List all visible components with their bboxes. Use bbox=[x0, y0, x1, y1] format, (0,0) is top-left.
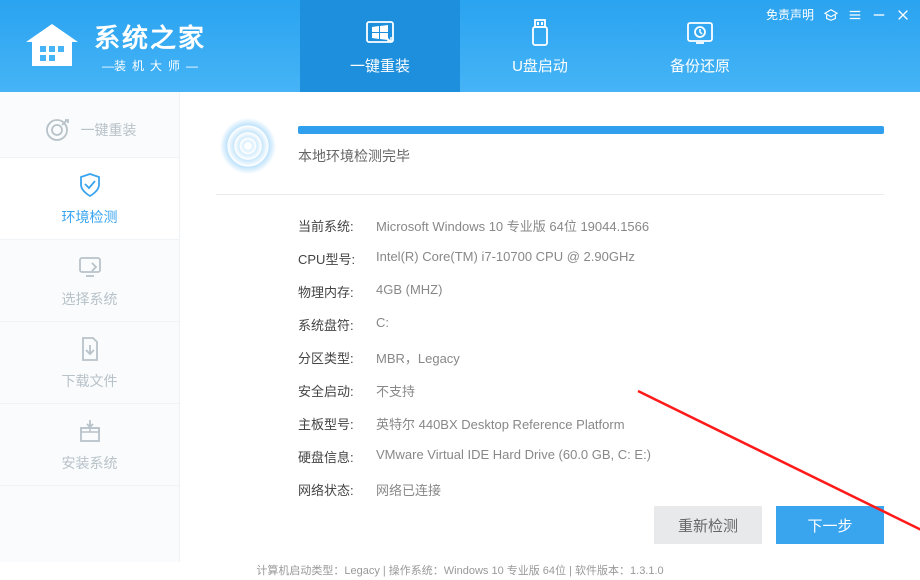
info-label: 系统盘符: bbox=[298, 315, 376, 334]
menu-icon[interactable] bbox=[848, 8, 862, 22]
info-label: CPU型号: bbox=[298, 249, 376, 268]
logo-text: 系统之家 装机大师 bbox=[94, 18, 206, 74]
action-bar: 重新检测 下一步 bbox=[654, 506, 884, 544]
info-label: 安全启动: bbox=[298, 381, 376, 400]
app-header: 系统之家 装机大师 一键重装 U盘启动 备份还原 免责声明 bbox=[0, 0, 920, 92]
window-controls: 免责声明 bbox=[766, 6, 910, 23]
logo-title: 系统之家 bbox=[94, 18, 206, 55]
sidebar-item-3[interactable]: 下载文件 bbox=[0, 322, 179, 404]
info-label: 主板型号: bbox=[298, 414, 376, 433]
info-row-1: CPU型号:Intel(R) Core(TM) i7-10700 CPU @ 2… bbox=[298, 242, 884, 275]
progress-bar bbox=[298, 126, 884, 134]
sidebar-item-4[interactable]: 安装系统 bbox=[0, 404, 179, 486]
target-icon bbox=[43, 116, 71, 144]
info-value: 网络已连接 bbox=[376, 480, 441, 499]
next-button[interactable]: 下一步 bbox=[776, 506, 884, 544]
box-down-icon bbox=[76, 417, 104, 445]
info-value: MBR，Legacy bbox=[376, 348, 460, 367]
detect-header: 本地环境检测完毕 bbox=[216, 114, 884, 195]
sidebar-item-label: 安装系统 bbox=[62, 453, 118, 473]
top-tab-0[interactable]: 一键重装 bbox=[300, 0, 460, 92]
info-row-6: 主板型号:英特尔 440BX Desktop Reference Platfor… bbox=[298, 407, 884, 440]
info-row-2: 物理内存:4GB (MHZ) bbox=[298, 275, 884, 308]
top-tab-label: 备份还原 bbox=[670, 55, 730, 76]
info-row-8: 网络状态:网络已连接 bbox=[298, 473, 884, 506]
logo-area: 系统之家 装机大师 bbox=[0, 18, 300, 74]
info-value: 不支持 bbox=[376, 381, 415, 400]
info-row-4: 分区类型:MBR，Legacy bbox=[298, 341, 884, 374]
info-row-0: 当前系统:Microsoft Windows 10 专业版 64位 19044.… bbox=[298, 209, 884, 242]
info-label: 硬盘信息: bbox=[298, 447, 376, 466]
info-row-5: 安全启动:不支持 bbox=[298, 374, 884, 407]
info-label: 分区类型: bbox=[298, 348, 376, 367]
info-row-3: 系统盘符:C: bbox=[298, 308, 884, 341]
info-value: 英特尔 440BX Desktop Reference Platform bbox=[376, 414, 625, 433]
radar-icon bbox=[216, 114, 280, 178]
disclaimer-link[interactable]: 免责声明 bbox=[766, 6, 814, 23]
recheck-button[interactable]: 重新检测 bbox=[654, 506, 762, 544]
body-area: 一键重装环境检测选择系统下载文件安装系统 本地环境检测完毕 当前系统:Micro… bbox=[0, 92, 920, 562]
status-bar: 计算机启动类型：Legacy | 操作系统：Windows 10 专业版 64位… bbox=[0, 562, 920, 580]
top-tab-1[interactable]: U盘启动 bbox=[460, 0, 620, 92]
sidebar-item-0[interactable]: 一键重装 bbox=[0, 102, 179, 158]
info-row-7: 硬盘信息:VMware Virtual IDE Hard Drive (60.0… bbox=[298, 440, 884, 473]
top-tab-2[interactable]: 备份还原 bbox=[620, 0, 780, 92]
logo-subtitle: 装机大师 bbox=[94, 57, 206, 74]
sidebar-item-label: 一键重装 bbox=[81, 120, 137, 140]
monitor-arrow-icon bbox=[76, 253, 104, 281]
sidebar-item-1[interactable]: 环境检测 bbox=[0, 158, 179, 240]
info-value: 4GB (MHZ) bbox=[376, 282, 442, 301]
info-value: Microsoft Windows 10 专业版 64位 19044.1566 bbox=[376, 216, 649, 235]
detect-right: 本地环境检测完毕 bbox=[298, 126, 884, 166]
sidebar-item-label: 选择系统 bbox=[62, 289, 118, 309]
info-label: 网络状态: bbox=[298, 480, 376, 499]
top-tab-label: U盘启动 bbox=[512, 55, 568, 76]
info-value: VMware Virtual IDE Hard Drive (60.0 GB, … bbox=[376, 447, 651, 466]
backup-icon bbox=[684, 17, 716, 49]
sidebar-item-2[interactable]: 选择系统 bbox=[0, 240, 179, 322]
info-value: C: bbox=[376, 315, 389, 334]
sidebar-item-label: 下载文件 bbox=[62, 371, 118, 391]
windows-reinstall-icon bbox=[364, 17, 396, 49]
usb-icon bbox=[524, 17, 556, 49]
top-tab-label: 一键重装 bbox=[350, 55, 410, 76]
sidebar-item-label: 环境检测 bbox=[62, 207, 118, 227]
main-panel: 本地环境检测完毕 当前系统:Microsoft Windows 10 专业版 6… bbox=[180, 92, 920, 562]
close-icon[interactable] bbox=[896, 8, 910, 22]
sidebar: 一键重装环境检测选择系统下载文件安装系统 bbox=[0, 92, 180, 562]
info-label: 物理内存: bbox=[298, 282, 376, 301]
info-rows: 当前系统:Microsoft Windows 10 专业版 64位 19044.… bbox=[216, 195, 884, 506]
detect-status: 本地环境检测完毕 bbox=[298, 146, 884, 166]
info-label: 当前系统: bbox=[298, 216, 376, 235]
house-logo-icon bbox=[22, 22, 82, 70]
file-download-icon bbox=[76, 335, 104, 363]
minimize-icon[interactable] bbox=[872, 8, 886, 22]
graduation-icon[interactable] bbox=[824, 8, 838, 22]
info-value: Intel(R) Core(TM) i7-10700 CPU @ 2.90GHz bbox=[376, 249, 635, 268]
shield-check-icon bbox=[76, 171, 104, 199]
